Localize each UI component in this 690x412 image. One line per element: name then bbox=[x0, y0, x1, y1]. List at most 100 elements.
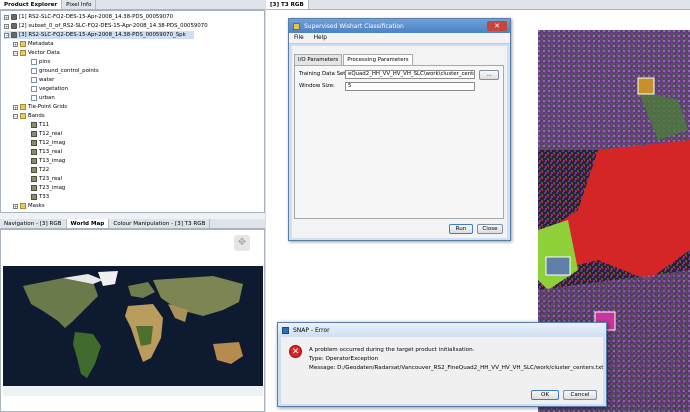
folder-icon bbox=[20, 104, 26, 110]
tab-product-explorer[interactable]: Product Explorer bbox=[0, 0, 63, 9]
cancel-button[interactable]: Cancel bbox=[563, 390, 597, 400]
error-message-type: Type: OperatorException bbox=[309, 356, 379, 362]
expand-toggle[interactable]: + bbox=[13, 203, 18, 209]
pan-control-icon[interactable]: ✥ bbox=[234, 235, 250, 251]
tree-vector-water[interactable]: water bbox=[31, 76, 54, 84]
close-icon[interactable]: ✕ bbox=[487, 21, 507, 31]
tree-tie-point-grids[interactable]: + Tie-Point Grids bbox=[13, 103, 67, 111]
product-icon bbox=[11, 32, 17, 38]
dialog-titlebar[interactable]: Supervised Wishart Classification bbox=[289, 19, 510, 33]
band-icon bbox=[31, 149, 37, 155]
band-icon bbox=[31, 194, 37, 200]
training-data-field[interactable]: eQuad2_HH_VV_HV_VH_SLC\work\cluster_cent… bbox=[345, 70, 475, 79]
folder-icon bbox=[20, 203, 26, 209]
tab-colour-manipulation[interactable]: Colour Manipulation - [3] T3 RGB bbox=[109, 219, 211, 228]
tab-navigation[interactable]: Navigation - [3] RGB bbox=[0, 219, 67, 228]
folder-icon bbox=[20, 50, 26, 56]
tree-label: [3] RS2-SLC-FQ2-DES-15-Apr-2008_14.38-PD… bbox=[19, 32, 186, 38]
app-icon bbox=[282, 326, 289, 334]
tree-label: T23_imag bbox=[39, 185, 66, 191]
left-panel: Product Explorer Pixel Info + [1] RS2-SLC… bbox=[0, 0, 265, 412]
tree-metadata[interactable]: + Metadata bbox=[13, 40, 54, 48]
expand-toggle[interactable]: + bbox=[13, 104, 18, 110]
error-message-line1: A problem occurred during the target pro… bbox=[309, 347, 475, 353]
tab-world-map[interactable]: World Map bbox=[66, 219, 110, 228]
tree-product-3[interactable]: − [3] RS2-SLC-FQ2-DES-15-Apr-2008_14.38-P… bbox=[4, 31, 194, 39]
tree-band-t12-real[interactable]: T12_real bbox=[31, 130, 62, 138]
image-tabbar: [3] T3 RGB bbox=[266, 0, 690, 10]
expand-toggle[interactable]: + bbox=[4, 23, 9, 29]
tree-label: Vector Data bbox=[28, 50, 60, 56]
processing-parameters-panel: Training Data Set: eQuad2_HH_VV_HV_VH_SL… bbox=[294, 65, 504, 219]
tab-io-parameters[interactable]: I/O Parameters bbox=[294, 54, 343, 65]
tree-label: T13_real bbox=[39, 149, 63, 155]
dialog-tabs: I/O Parameters Processing Parameters bbox=[294, 54, 414, 65]
collapse-toggle[interactable]: − bbox=[4, 32, 9, 38]
explorer-tabbar: Product Explorer Pixel Info bbox=[0, 0, 265, 10]
run-button[interactable]: Run bbox=[449, 224, 473, 234]
tree-band-t22[interactable]: T22 bbox=[31, 166, 49, 174]
expand-toggle[interactable]: + bbox=[4, 14, 9, 20]
tree-label: vegetation bbox=[39, 86, 68, 92]
error-icon: ✕ bbox=[289, 345, 302, 358]
band-icon bbox=[31, 167, 37, 173]
menu-help[interactable]: Help bbox=[309, 35, 332, 41]
tab-processing-parameters[interactable]: Processing Parameters bbox=[343, 54, 413, 65]
menu-file[interactable]: File bbox=[289, 35, 309, 41]
vector-icon bbox=[31, 59, 37, 65]
band-icon bbox=[31, 131, 37, 137]
collapse-toggle[interactable]: − bbox=[13, 50, 18, 56]
tab-t3-rgb[interactable]: [3] T3 RGB bbox=[266, 0, 309, 9]
error-titlebar[interactable]: SNAP - Error bbox=[278, 323, 606, 337]
browse-button[interactable]: ... bbox=[479, 70, 499, 80]
tree-product-1[interactable]: + [1] RS2-SLC-FQ2-DES-15-Apr-2008_14.38-P… bbox=[4, 13, 173, 21]
tree-label: Metadata bbox=[28, 41, 54, 47]
tree-vector-pins[interactable]: pins bbox=[31, 58, 50, 66]
tree-vector-gcp[interactable]: ground_control_points bbox=[31, 67, 99, 75]
vector-icon bbox=[31, 95, 37, 101]
tree-band-t23-real[interactable]: T23_real bbox=[31, 175, 62, 183]
tree-label: Bands bbox=[28, 113, 45, 119]
tree-band-t13-imag[interactable]: T13_imag bbox=[31, 157, 65, 165]
error-title: SNAP - Error bbox=[293, 326, 330, 334]
tree-vector-data[interactable]: − Vector Data bbox=[13, 49, 60, 57]
dialog-title: Supervised Wishart Classification bbox=[304, 22, 404, 30]
tree-product-2[interactable]: + [2] subset_0_of_RS2-SLC-FQ2-DES-15-Apr-… bbox=[4, 22, 208, 30]
error-message-detail: Message: D:/Geodaten/Radarsat/Vancouver_… bbox=[309, 365, 604, 371]
tree-label: pins bbox=[39, 59, 51, 65]
dialog-menubar: File Help bbox=[289, 33, 510, 44]
training-data-label: Training Data Set: bbox=[299, 71, 348, 77]
close-button[interactable]: Close bbox=[477, 224, 503, 234]
collapse-toggle[interactable]: − bbox=[13, 113, 18, 119]
tree-band-t23-imag[interactable]: T23_imag bbox=[31, 184, 65, 192]
tree-label: urban bbox=[39, 95, 55, 101]
ok-button[interactable]: OK bbox=[531, 390, 559, 400]
band-icon bbox=[31, 140, 37, 146]
expand-toggle[interactable]: + bbox=[13, 41, 18, 47]
tree-label: T13_imag bbox=[39, 158, 66, 164]
product-icon bbox=[11, 23, 17, 29]
vector-icon bbox=[31, 77, 37, 83]
tree-vector-urban[interactable]: urban bbox=[31, 94, 55, 102]
tree-vector-vegetation[interactable]: vegetation bbox=[31, 85, 68, 93]
band-icon bbox=[31, 122, 37, 128]
window-size-field[interactable]: 5 bbox=[345, 82, 475, 91]
app-icon bbox=[293, 22, 300, 30]
tree-label: T22 bbox=[39, 167, 50, 173]
world-map-canvas[interactable] bbox=[3, 266, 263, 396]
band-icon bbox=[31, 158, 37, 164]
vector-icon bbox=[31, 68, 37, 74]
world-map-panel: ✥ bbox=[0, 229, 265, 412]
tree-masks[interactable]: + Masks bbox=[13, 202, 45, 210]
tree-bands[interactable]: − Bands bbox=[13, 112, 45, 120]
band-icon bbox=[31, 185, 37, 191]
tree-band-t11[interactable]: T11 bbox=[31, 121, 49, 129]
tree-band-t13-real[interactable]: T13_real bbox=[31, 148, 62, 156]
tree-band-t33[interactable]: T33 bbox=[31, 193, 49, 201]
error-dialog: SNAP - Error ✕ A problem occurred during… bbox=[277, 322, 607, 407]
tab-pixel-info[interactable]: Pixel Info bbox=[62, 0, 97, 9]
tree-label: T33 bbox=[39, 194, 50, 200]
world-map-image bbox=[3, 266, 263, 396]
band-icon bbox=[31, 176, 37, 182]
tree-band-t12-imag[interactable]: T12_imag bbox=[31, 139, 65, 147]
